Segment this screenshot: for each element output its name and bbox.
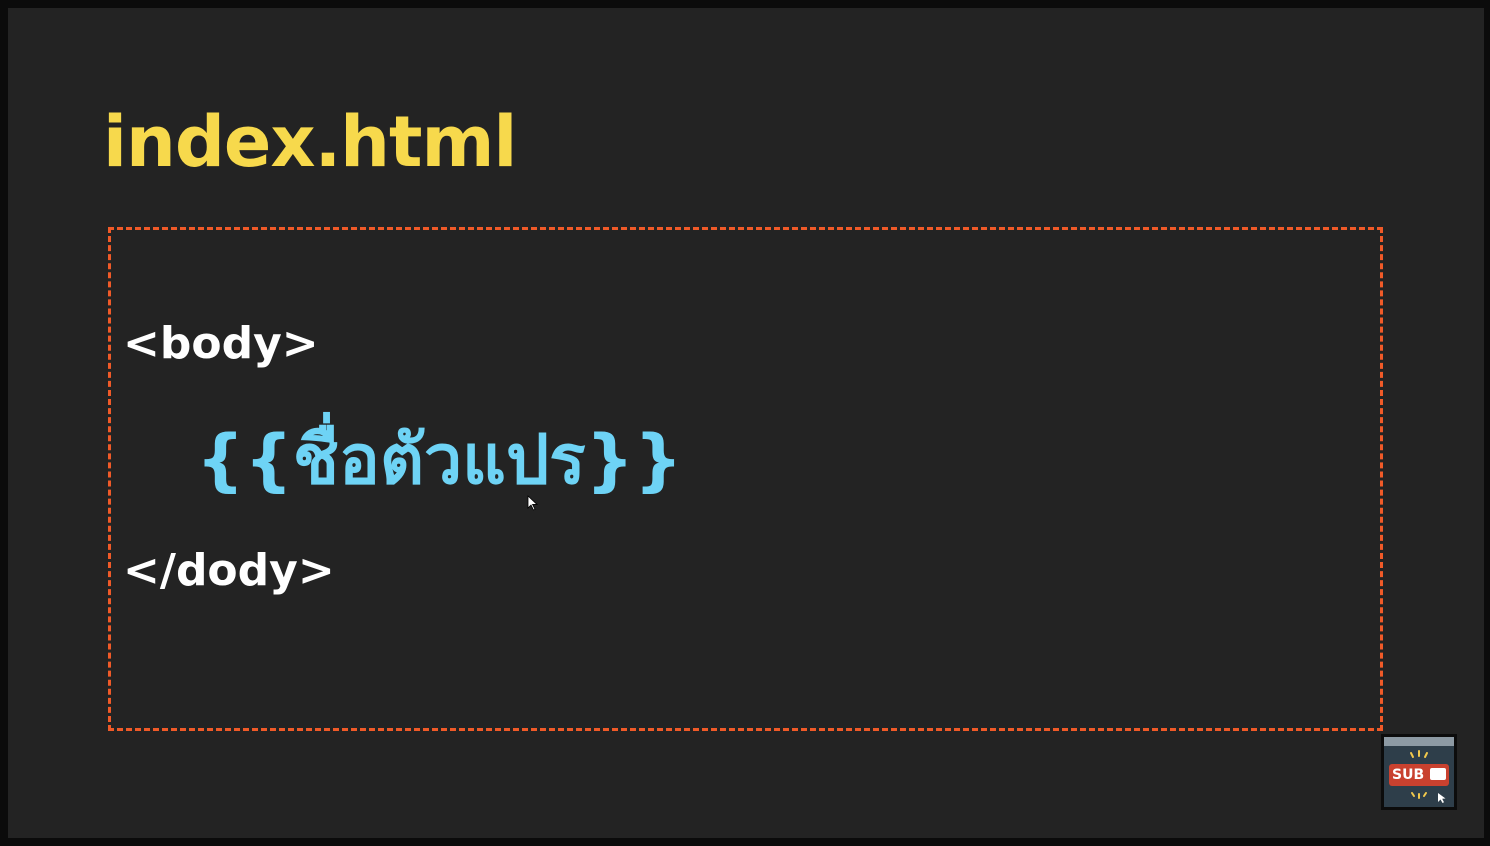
subscribe-badge[interactable]: SUB [1381, 734, 1457, 810]
body-close-tag: </dody> [123, 545, 335, 596]
slide-canvas: index.html <body> {{ชื่อตัวแปร}} </dody>… [8, 8, 1484, 838]
chat-bubble-icon [1430, 768, 1446, 780]
template-variable: {{ชื่อตัวแปร}} [196, 421, 683, 500]
file-title: index.html [103, 101, 517, 183]
subscribe-label: SUB [1389, 764, 1449, 786]
subscribe-text: SUB [1392, 767, 1425, 783]
body-open-tag: <body> [123, 318, 319, 369]
mouse-cursor-icon [527, 495, 539, 511]
